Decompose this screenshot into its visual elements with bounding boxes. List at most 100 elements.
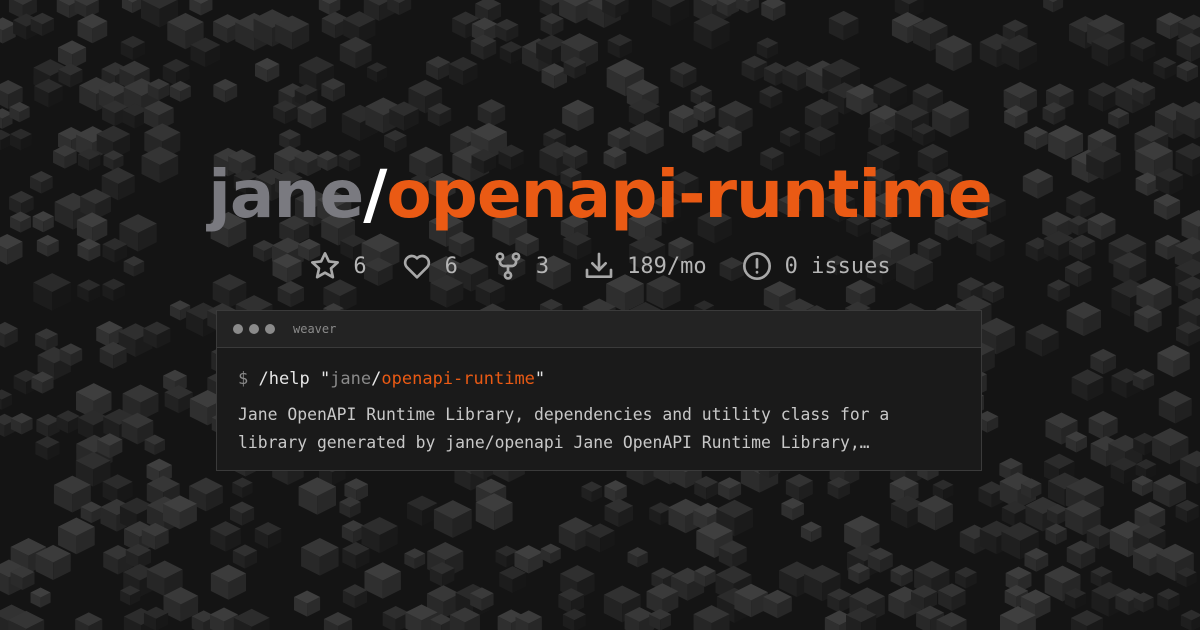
bg-cube — [448, 56, 478, 86]
stats-bar: 6 6 3 189/mo 0 issues — [0, 250, 1200, 282]
bg-cube — [77, 279, 101, 303]
terminal-command-line: $ /help "jane/openapi-runtime" — [238, 366, 961, 392]
bg-cube — [607, 126, 632, 152]
bg-cube — [785, 473, 813, 501]
bg-cube — [1047, 279, 1070, 302]
bg-cube — [1090, 348, 1116, 375]
bg-cube — [718, 477, 742, 501]
bg-cube — [1070, 610, 1103, 630]
bg-cube — [189, 0, 213, 16]
bg-cube — [318, 0, 341, 15]
bg-cube — [779, 126, 801, 147]
bg-cube — [30, 587, 51, 608]
bg-cube — [651, 0, 690, 27]
bg-cube — [828, 10, 859, 41]
bg-cube — [342, 584, 367, 609]
star-icon — [311, 252, 340, 279]
bg-cube — [120, 35, 146, 61]
repo-owner[interactable]: jane — [208, 156, 364, 233]
bg-cube — [58, 517, 95, 555]
page-title: jane/openapi-runtime — [0, 150, 1200, 240]
download-icon — [585, 252, 613, 278]
bg-cube — [277, 280, 305, 308]
bg-cube — [759, 85, 783, 109]
bg-cube — [0, 389, 13, 410]
bg-cube — [75, 612, 103, 630]
bg-cube — [917, 495, 953, 531]
bg-cube — [404, 548, 426, 570]
stat-stars[interactable]: 6 — [309, 250, 367, 282]
bg-cube — [581, 481, 603, 503]
bg-cube — [736, 0, 759, 14]
repo-name[interactable]: openapi-runtime — [386, 156, 992, 233]
bg-cube — [873, 77, 908, 111]
bg-cube — [562, 608, 586, 630]
bg-cube — [210, 521, 241, 552]
bg-cube — [1176, 60, 1199, 83]
bg-cube — [495, 18, 519, 43]
bg-cube — [756, 37, 779, 59]
stat-downloads[interactable]: 189/mo — [583, 250, 707, 282]
stat-issues-value: 0 issues — [784, 253, 891, 279]
bg-cube — [77, 13, 108, 44]
bg-cube — [1158, 390, 1192, 424]
bg-cube — [499, 41, 523, 65]
stat-likes-value: 6 — [444, 253, 458, 279]
bg-cube — [323, 611, 353, 630]
bg-cube — [56, 410, 80, 434]
bg-cube — [229, 501, 255, 526]
window-dot-icon — [233, 324, 243, 334]
bg-cube — [627, 547, 648, 568]
bg-cube — [254, 57, 280, 83]
bg-cube — [294, 590, 321, 617]
bg-cube — [339, 36, 372, 69]
bg-cube — [96, 320, 123, 348]
command-arg-owner: jane — [330, 369, 372, 389]
bg-cube — [1088, 82, 1118, 112]
bg-cube — [800, 521, 822, 543]
stat-forks[interactable]: 3 — [492, 250, 549, 282]
stat-forks-value: 3 — [535, 253, 550, 279]
bg-cube — [1066, 301, 1102, 337]
bg-cube — [1071, 369, 1104, 402]
bg-cube — [232, 544, 258, 569]
bg-cube — [982, 281, 1005, 304]
terminal-prompt: $ — [238, 369, 249, 389]
terminal-titlebar: weaver — [217, 311, 981, 348]
terminal-window: weaver $ /help "jane/openapi-runtime" Ja… — [216, 310, 982, 471]
bg-cube — [1157, 588, 1180, 611]
bg-cube — [121, 0, 143, 14]
bg-cube — [1088, 410, 1118, 440]
terminal-body: $ /help "jane/openapi-runtime" Jane Open… — [217, 348, 981, 457]
bg-cube — [254, 522, 282, 549]
stat-issues[interactable]: 0 issues — [741, 250, 891, 282]
bg-cube — [562, 99, 594, 132]
bg-cube — [670, 61, 697, 88]
bg-cube — [366, 62, 388, 83]
quote-open: " — [319, 369, 331, 389]
bg-cube — [232, 477, 253, 499]
command-arg-separator: / — [371, 369, 382, 389]
stat-likes[interactable]: 6 — [401, 250, 458, 282]
bg-cube — [1153, 56, 1177, 80]
bg-cube — [1025, 323, 1059, 357]
bg-cube — [741, 55, 768, 82]
quote-close: " — [534, 369, 546, 389]
window-dot-icon — [265, 324, 275, 334]
bg-cube — [0, 321, 18, 348]
bg-cube — [1175, 499, 1199, 523]
bg-cube — [1024, 126, 1048, 150]
bg-cube — [102, 278, 125, 302]
bg-cube — [341, 520, 365, 544]
command-arg-repo: openapi-runtime — [381, 369, 535, 389]
bg-cube — [761, 0, 786, 22]
bg-cube — [890, 564, 913, 587]
bg-cube — [210, 564, 247, 600]
stat-downloads-value: 189/mo — [627, 253, 707, 279]
bg-cube — [213, 78, 238, 103]
bg-cube — [604, 498, 634, 528]
bg-cube — [0, 129, 12, 151]
bg-cube — [515, 610, 542, 630]
bg-cube — [426, 56, 451, 81]
issue-icon — [742, 252, 771, 280]
